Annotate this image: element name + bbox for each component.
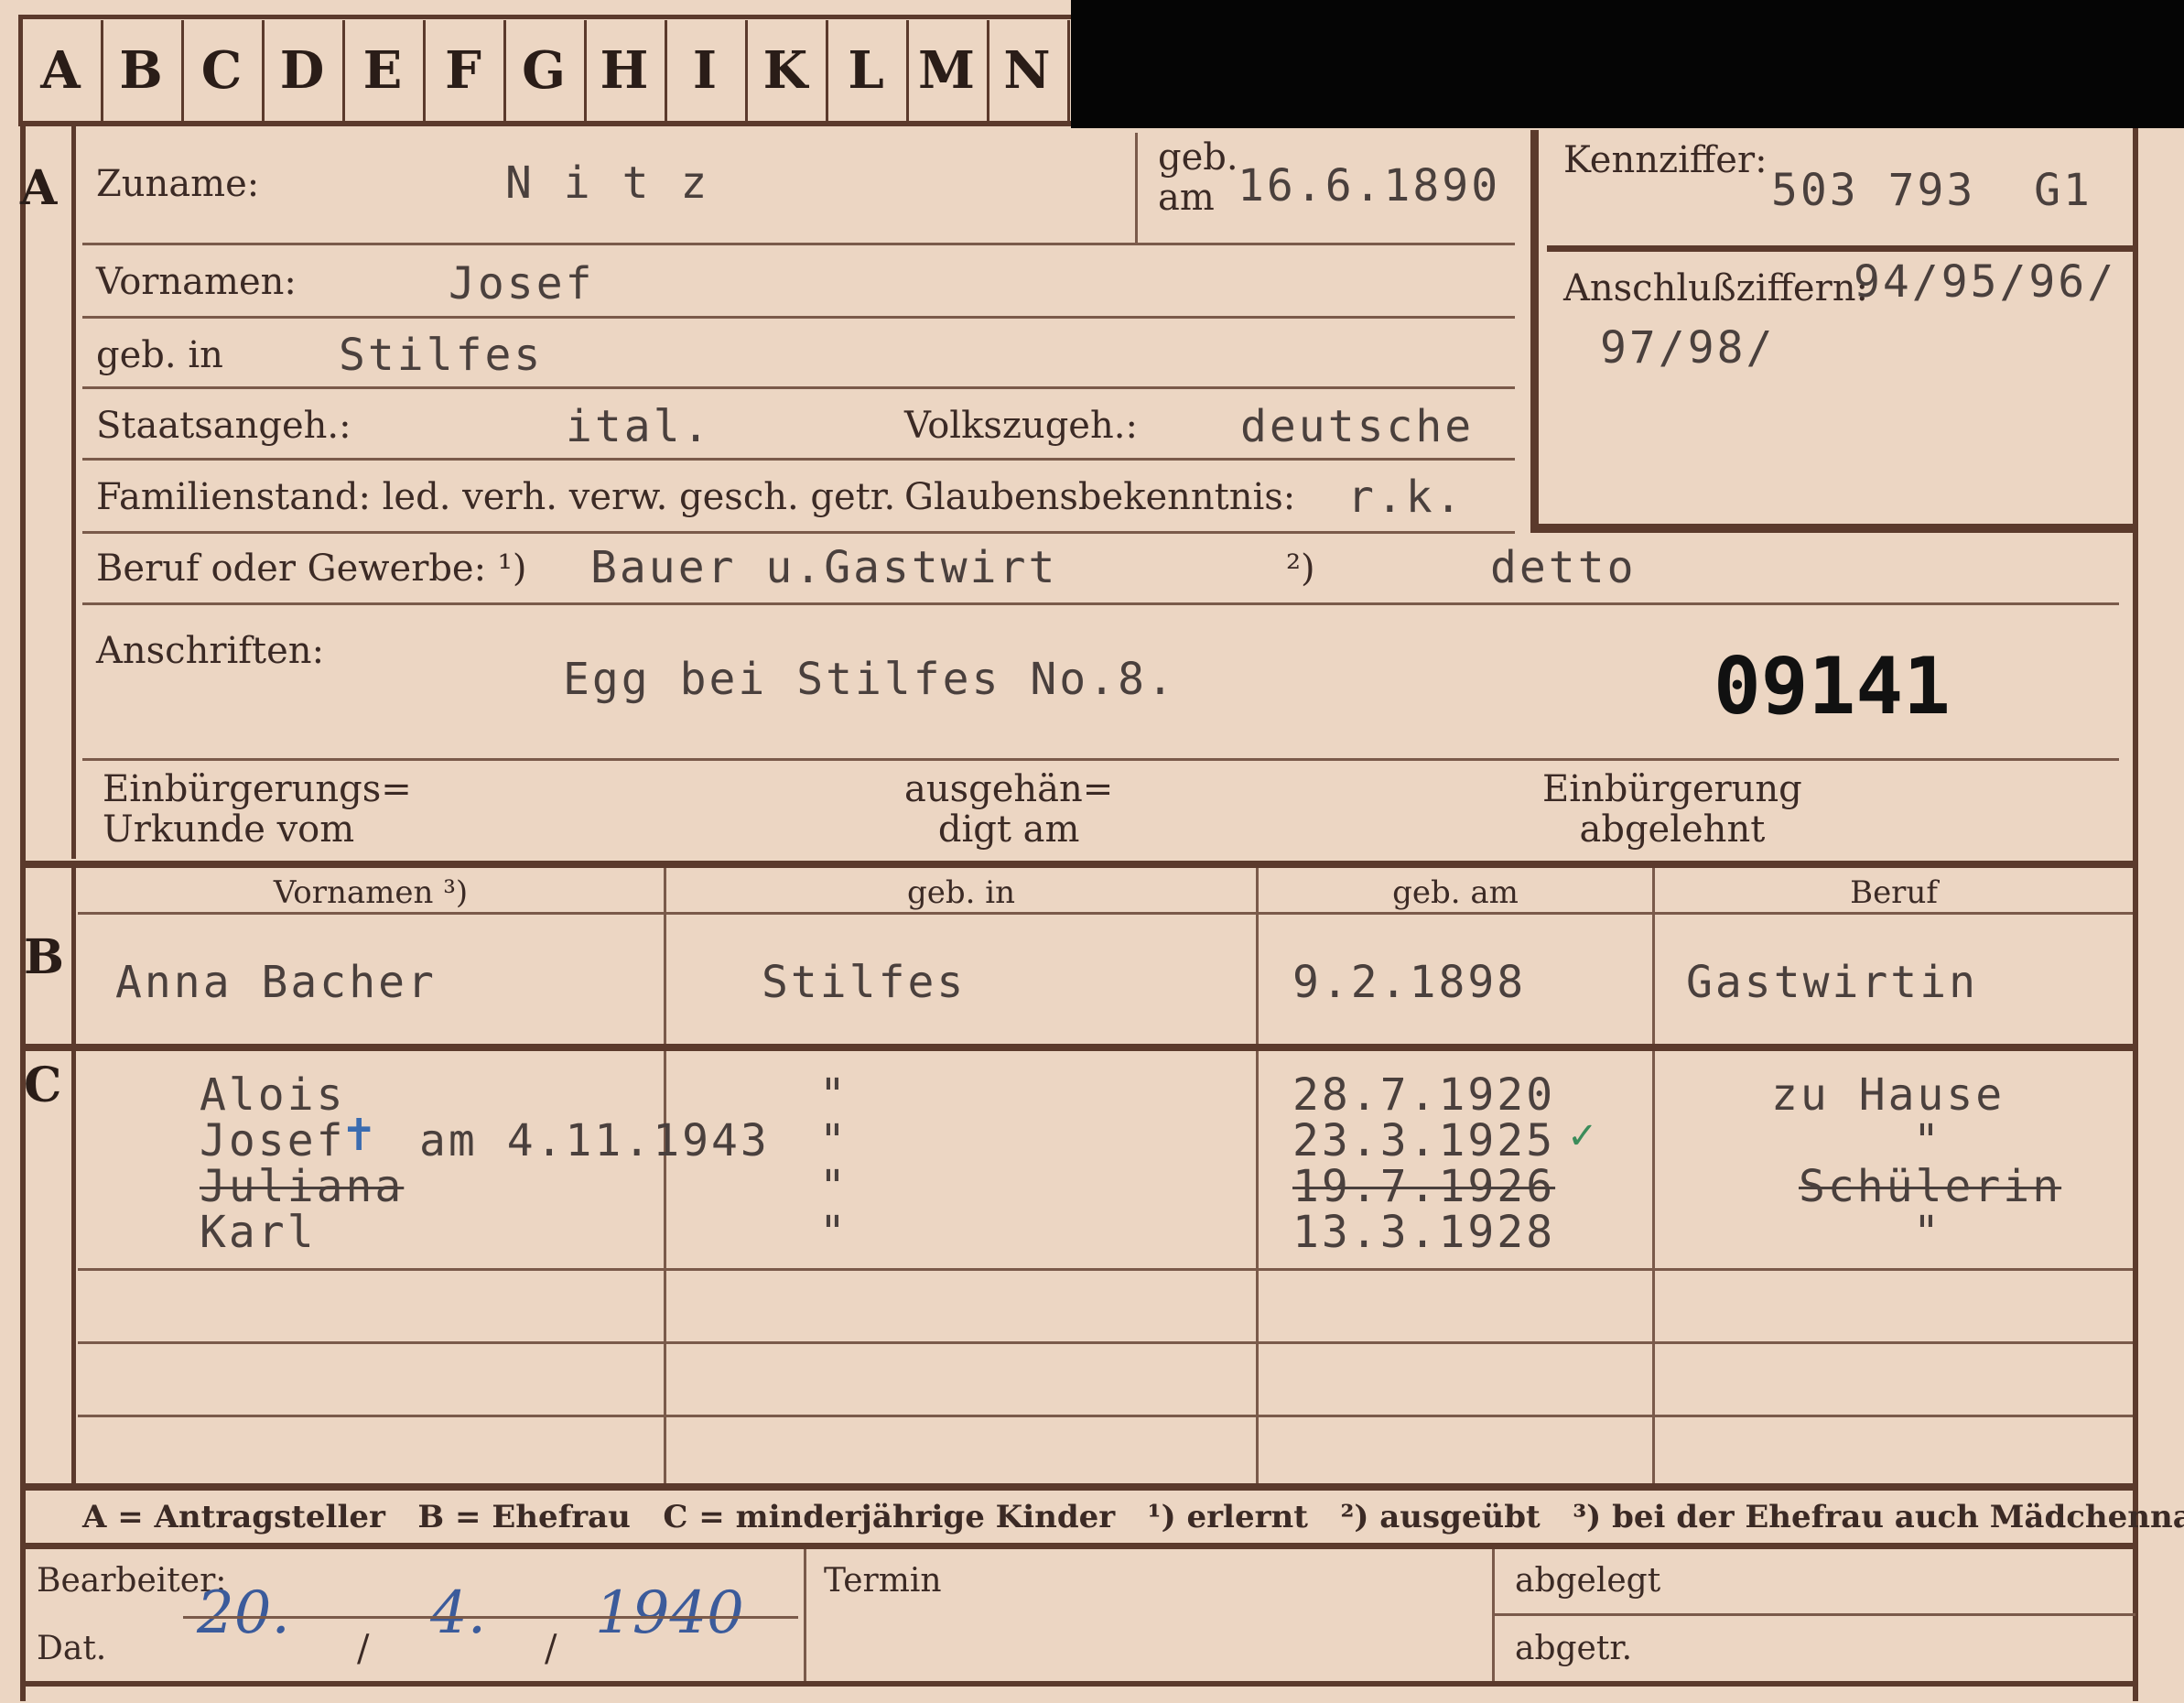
anschlussziffern-line1: 94/95/96/ [1854,256,2117,308]
child-beruf-struck: Schülerin [1799,1161,2062,1212]
tab-n[interactable]: N [987,20,1070,121]
anschriften-label: Anschriften: [96,630,325,672]
tab-e[interactable]: E [342,20,426,121]
glaubensbekenntnis-value: r.k. [1347,472,1465,523]
glaubensbekenntnis-label: Glaubensbekenntnis: [904,476,1296,518]
abgetr-label: abgetr. [1515,1630,1633,1667]
tab-l[interactable]: L [826,20,909,121]
col-header-geb-in: geb. in [906,874,1016,911]
staatsangeh-label: Staatsangeh.: [96,405,351,447]
vornamen-label: Vornamen: [96,261,297,303]
child-death-note: am 4.11.1943 [419,1115,770,1166]
tab-g[interactable]: G [503,20,587,121]
familienstand-label: Familienstand: led. verh. verw. gesch. g… [96,476,896,518]
handwritten-year: 1940 [595,1579,744,1647]
dat-label: Dat. [37,1630,107,1667]
child-name-struck: Juliana [200,1161,405,1212]
tab-f[interactable]: F [423,20,506,121]
geb-am-value: 16.6.1890 [1238,160,1501,212]
child-name: Josef [200,1115,346,1166]
anschrift-value: Egg bei Stilfes No.8. [563,654,1176,705]
child-geb-in: " [819,1161,849,1212]
child-beruf: " [1913,1115,1942,1166]
child-name: Karl [200,1207,317,1258]
geb-am-label: geb. am [1158,136,1238,219]
date-separator: / [545,1628,557,1670]
tab-d[interactable]: D [262,20,345,121]
zuname-label: Zuname: [96,163,260,205]
child-geb-in: " [819,1069,849,1121]
child-geb-am: 28.7.1920 [1292,1069,1556,1121]
legend: A = Antragsteller B = Ehefrau C = minder… [82,1499,2184,1535]
kennziffer-label: Kennziffer: [1563,139,1768,181]
tab-k[interactable]: K [745,20,828,121]
check-mark: ✓ [1567,1115,1598,1157]
child-beruf: " [1913,1207,1942,1258]
child-geb-in: " [819,1207,849,1258]
col-header-vornamen: Vornamen ³) [273,874,469,911]
ausgehaendigt-label: ausgehän= digt am [904,768,1114,851]
handwritten-day: 20. [197,1579,290,1647]
tab-i[interactable]: I [665,20,748,121]
tab-a[interactable]: A [20,20,103,121]
vornamen-value: Josef [449,258,595,309]
wife-geb-in: Stilfes [762,957,967,1008]
tab-b[interactable]: B [101,20,184,121]
anschlussziffern-label: Anschlußziffern: [1563,267,1868,309]
abgelegt-label: abgelegt [1515,1562,1661,1600]
col-header-geb-am: geb. am [1392,874,1519,911]
col-header-beruf: Beruf [1850,874,1938,911]
date-separator: / [357,1628,370,1670]
section-c-letter: C [24,1058,62,1113]
wife-vornamen: Anna Bacher [115,957,437,1008]
kennziffer-value: 503 793 G1 [1771,165,2092,216]
scan-background [1071,0,2184,128]
tab-c[interactable]: C [181,20,265,121]
tab-h[interactable]: H [584,20,667,121]
staatsangeh-value: ital. [566,401,712,452]
child-beruf: zu Hause [1771,1069,2006,1121]
beruf-label: Beruf oder Gewerbe: ¹) [96,548,527,590]
child-geb-am: 13.3.1928 [1292,1207,1556,1258]
beruf-erlernt-value: Bauer u.Gastwirt [590,542,1058,593]
beruf-ausgeuebt-marker: ²) [1286,548,1315,590]
child-geb-am-struck: 19.7.1926 [1292,1161,1556,1212]
wife-beruf: Gastwirtin [1686,957,1978,1008]
beruf-ausgeuebt-value: detto [1490,542,1637,593]
stamp-number: 09141 [1714,641,1951,732]
zuname-value: N i t z [505,157,710,209]
child-geb-in: " [819,1115,849,1166]
anschlussziffern-line2: 97/98/ [1600,322,1776,374]
child-geb-am: 23.3.1925 [1292,1115,1556,1166]
record-card: A B C D E F G H I K L M N A Zuname: N i … [0,0,2184,1703]
handwritten-month: 4. [430,1579,487,1647]
tab-m[interactable]: M [906,20,989,121]
geb-in-label: geb. in [96,334,223,376]
death-cross-mark: ✝ [341,1110,378,1161]
child-name: Alois [200,1069,346,1121]
section-a-letter: A [20,160,58,216]
geb-in-value: Stilfes [339,330,544,381]
termin-label: Termin [824,1562,942,1600]
section-b-letter: B [24,929,64,985]
einbuergerung-abgelehnt-label: Einbürgerung abgelehnt [1542,768,1802,851]
volkszugeh-value: deutsche [1240,401,1475,452]
wife-geb-am: 9.2.1898 [1292,957,1527,1008]
volkszugeh-label: Volkszugeh.: [904,405,1138,447]
einbuergerungsurkunde-label: Einbürgerungs= Urkunde vom [103,768,412,851]
